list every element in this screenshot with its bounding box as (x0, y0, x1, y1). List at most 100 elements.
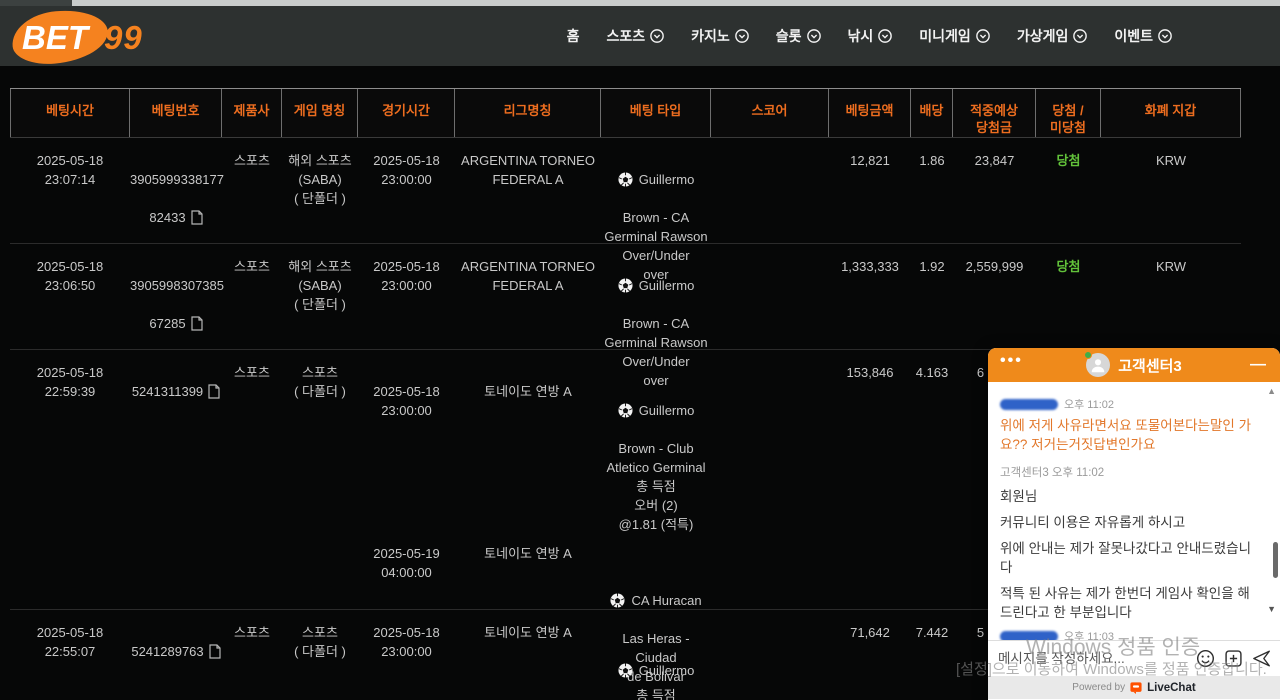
redacted-username (1000, 399, 1058, 410)
chat-scrollbar-thumb[interactable] (1273, 542, 1278, 578)
nav-item-home[interactable]: 홈 (567, 26, 580, 46)
chat-title: 고객센터3 (1118, 355, 1182, 376)
bet-type-cell: Guillermo Brown - Club Atletico Germinal… (601, 610, 711, 700)
col-header-game-name: 게임 명칭 (282, 89, 358, 137)
main-nav: 홈 스포츠 카지노 슬롯 낚시 미니게임 가상 (567, 6, 1172, 66)
col-header-bet-no: 베팅번호 (130, 89, 222, 137)
product-cell: 스포츠 (222, 610, 282, 700)
col-header-league: 리그명칭 (455, 89, 601, 137)
nav-label: 이벤트 (1114, 26, 1153, 46)
col-header-wallet: 화폐 지갑 (1101, 89, 1241, 137)
scroll-down-icon[interactable]: ▼ (1267, 604, 1276, 614)
top-navbar: BET 99 홈 스포츠 카지노 슬롯 낚시 (0, 6, 1280, 66)
agent-avatar (1086, 353, 1110, 377)
livechat-widget: ••• 고객센터3 — ▲ ▼ 오후 11:02 위에 저게 사유라면서요 또물… (988, 348, 1280, 700)
logo-bet-text: BET (22, 19, 88, 57)
col-header-odds: 배당 (911, 89, 953, 137)
col-header-product: 제품사 (222, 89, 282, 137)
bet-type-team: CA Huracan (631, 591, 701, 610)
bet-type-team: Guillermo (639, 276, 695, 295)
nav-item-sports[interactable]: 스포츠 (606, 26, 664, 46)
bet-type-team: Guillermo (639, 170, 695, 189)
soccer-ball-icon (618, 403, 633, 418)
bet-no-line1: 5241289763 (131, 642, 203, 661)
col-header-expected: 적중예상 당첨금 (953, 89, 1036, 137)
bet-no-line1: 3905999338177 (130, 170, 222, 189)
match-time-cell: 2025-05-18 23:00:00 (358, 610, 455, 700)
chevron-down-circle-icon (1158, 29, 1172, 43)
copy-document-icon[interactable] (207, 384, 220, 399)
nav-label: 카지노 (691, 26, 730, 46)
odds-cell: 7.442 (911, 610, 953, 700)
col-header-score: 스코어 (711, 89, 829, 137)
person-icon (1089, 356, 1107, 374)
bet-no-line2: 82433 (149, 208, 185, 227)
col-header-match-time: 경기시간 (358, 89, 455, 137)
chat-messages-area[interactable]: ▲ ▼ 오후 11:02 위에 저게 사유라면서요 또물어본다는말인 가요?? … (988, 382, 1280, 640)
soccer-ball-icon (610, 593, 625, 608)
table-row: 2025-05-18 23:06:50 3905998307385 67285 … (10, 244, 1241, 350)
bet-no-line1: 3905998307385 (130, 276, 222, 295)
chat-message-input[interactable] (998, 651, 1196, 666)
col-header-bet-time: 베팅시간 (10, 89, 130, 137)
message-time: 오후 11:03 (1064, 628, 1114, 640)
col-header-result: 당첨 / 미당첨 (1036, 89, 1101, 137)
chat-minimize-button[interactable]: — (1250, 356, 1266, 374)
chat-header: ••• 고객센터3 — (988, 348, 1280, 382)
chat-input-bar (988, 640, 1280, 676)
bet-type-team: Guillermo (639, 401, 695, 420)
agent-message: 위에 안내는 제가 잘못나갔다고 안내드렸습니다 (1000, 539, 1252, 577)
nav-item-fishing[interactable]: 낚시 (848, 26, 893, 46)
chat-menu-button[interactable]: ••• (1000, 352, 1023, 370)
nav-item-minigame[interactable]: 미니게임 (919, 26, 990, 46)
nav-item-event[interactable]: 이벤트 (1114, 26, 1172, 46)
col-header-bet-type: 베팅 타입 (601, 89, 711, 137)
redacted-username (1000, 631, 1058, 641)
scroll-up-icon[interactable]: ▲ (1267, 386, 1276, 396)
logo-99-text: 99 (104, 19, 143, 57)
score-cell (711, 610, 829, 700)
chevron-down-circle-icon (807, 29, 821, 43)
powered-by-label: Powered by (1072, 682, 1125, 693)
chevron-down-circle-icon (735, 29, 749, 43)
nav-item-casino[interactable]: 카지노 (691, 26, 749, 46)
leg-league: 토네이도 연방 A (455, 382, 601, 525)
agent-message: 적특 된 사유는 제가 한번더 게임사 확인을 해드린다고 한 부분입니다 (1000, 584, 1252, 622)
agent-message: 회원님 (1000, 487, 1252, 506)
livechat-logo-icon (1130, 682, 1142, 694)
agent-message-meta: 고객센터3 오후 11:02 (1000, 464, 1266, 480)
nav-label: 슬롯 (776, 26, 802, 46)
bet-type-detail: Brown - Club Atletico Germinal 총 득점 오버 (… (601, 439, 711, 534)
bet-time-cell: 2025-05-18 22:55:07 (10, 610, 130, 700)
league-cell: 토네이도 연방 A (455, 610, 601, 700)
chevron-down-circle-icon (650, 29, 664, 43)
copy-document-icon[interactable] (190, 316, 203, 331)
nav-label: 낚시 (848, 26, 874, 46)
nav-label: 홈 (567, 26, 580, 46)
agent-message: 커뮤니티 이용은 자유롭게 하시고 (1000, 513, 1252, 532)
bet99-logo[interactable]: BET 99 (12, 9, 152, 65)
table-row: 2025-05-18 23:07:14 3905999338177 82433 … (10, 138, 1241, 244)
emoji-icon[interactable] (1196, 649, 1215, 668)
nav-item-virtual[interactable]: 가상게임 (1017, 26, 1088, 46)
copy-document-icon[interactable] (208, 644, 221, 659)
game-name-cell: 스포츠 ( 다폴더 ) (282, 610, 358, 700)
attach-file-icon[interactable] (1224, 649, 1243, 668)
send-message-icon[interactable] (1252, 649, 1272, 668)
soccer-ball-icon (618, 663, 633, 678)
bet-no-line2: 67285 (149, 314, 185, 333)
message-time: 오후 11:02 (1064, 396, 1114, 412)
page: BET 99 홈 스포츠 카지노 슬롯 낚시 (0, 0, 1280, 700)
livechat-brand-label[interactable]: LiveChat (1147, 682, 1196, 694)
nav-label: 가상게임 (1017, 26, 1069, 46)
copy-document-icon[interactable] (190, 210, 203, 225)
message-meta: 오후 11:03 (1000, 628, 1266, 640)
chevron-down-circle-icon (976, 29, 990, 43)
chat-footer: Powered by LiveChat (988, 676, 1280, 699)
nav-item-slots[interactable]: 슬롯 (776, 26, 821, 46)
soccer-ball-icon (618, 278, 633, 293)
bet-no-cell: 5241289763 (130, 610, 222, 700)
chevron-down-circle-icon (878, 29, 892, 43)
bet-type-team: Guillermo (639, 661, 695, 680)
table-header-row: 베팅시간 베팅번호 제품사 게임 명칭 경기시간 리그명칭 베팅 타입 스코어 … (10, 88, 1241, 138)
